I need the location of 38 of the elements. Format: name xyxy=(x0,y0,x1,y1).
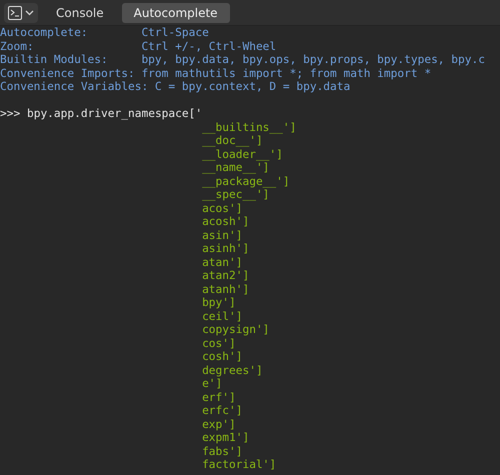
completion-item: atan2'] xyxy=(202,269,250,282)
completion-item: __spec__'] xyxy=(202,188,270,201)
chevron-down-icon xyxy=(25,10,34,16)
completion-item: erf'] xyxy=(202,390,236,404)
menu-tab[interactable]: Autocomplete xyxy=(122,2,230,22)
info-line: Builtin Modules: bpy, bpy.data, bpy.ops, bpy.props, bpy.types, bpy.c xyxy=(0,53,485,66)
completion-item: atanh'] xyxy=(202,282,250,296)
completion-item: __doc__'] xyxy=(202,134,263,147)
input-text: bpy.app.driver_namespace[' xyxy=(26,107,202,120)
completion-item: copysign'] xyxy=(202,323,270,336)
completion-item: asinh'] xyxy=(202,242,250,255)
completion-item: __loader__'] xyxy=(202,148,283,160)
completion-item: e'] xyxy=(202,377,222,390)
completion-item: factorial'] xyxy=(202,458,276,471)
completion-item: bpy'] xyxy=(202,296,236,309)
completion-item: erfc'] xyxy=(202,404,242,417)
prompt: >>> xyxy=(0,107,20,120)
completion-item: cosh'] xyxy=(202,350,242,363)
completion-item: asin'] xyxy=(202,228,242,242)
info-line: Autocomplete: Ctrl-Space xyxy=(0,26,209,40)
info-line: Convenience Imports: from mathutils import *; from math import * xyxy=(0,66,432,80)
completion-item: atan'] xyxy=(202,256,242,268)
console-icon xyxy=(8,6,22,20)
info-line: Zoom: Ctrl +/-, Ctrl-Wheel xyxy=(0,40,276,53)
completion-item: fabs'] xyxy=(202,444,242,458)
completion-item: __builtins__'] xyxy=(202,120,296,134)
completion-item: expm1'] xyxy=(202,431,250,444)
menu-tab[interactable]: Console xyxy=(44,2,116,22)
completion-item: ceil'] xyxy=(202,310,242,322)
completion-item: exp'] xyxy=(202,418,236,430)
completion-item: acos'] xyxy=(202,202,242,214)
completion-item: acosh'] xyxy=(202,215,250,228)
completion-item: degrees'] xyxy=(202,364,263,376)
completion-item: __name__'] xyxy=(202,161,270,174)
completion-item: cos'] xyxy=(202,336,236,350)
completion-item: __package__'] xyxy=(202,174,290,188)
info-line: Convenience Variables: C = bpy.context, D = bpy.data xyxy=(0,80,350,94)
editor-type-button[interactable] xyxy=(4,2,38,22)
